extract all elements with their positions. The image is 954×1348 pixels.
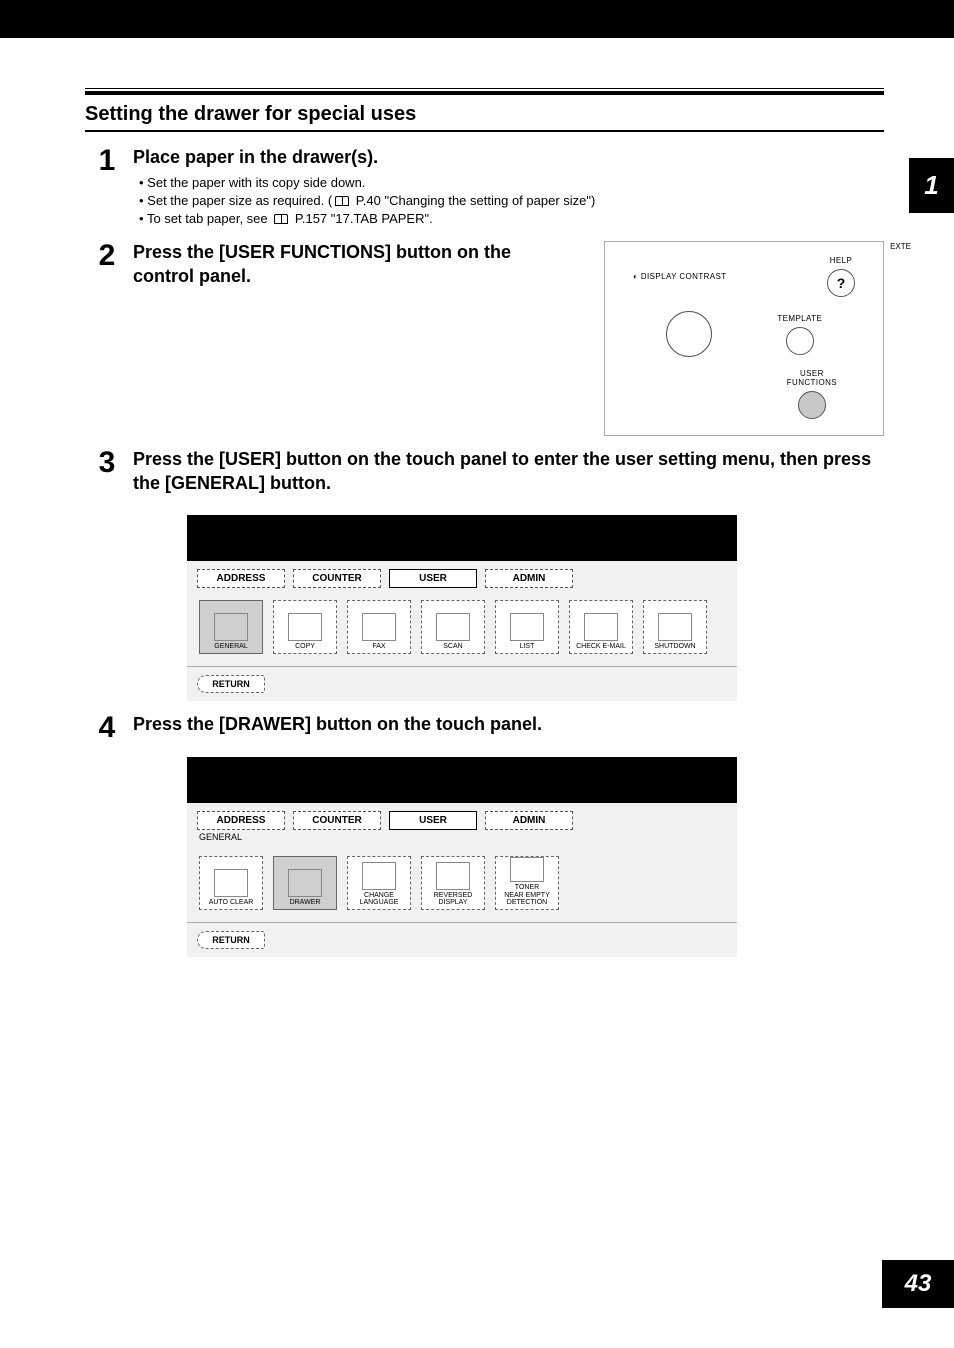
tile-shutdown[interactable]: SHUTDOWN (643, 600, 707, 654)
touch-tabs: ADDRESS COUNTER USER ADMIN (187, 803, 737, 832)
tile-list[interactable]: LIST (495, 600, 559, 654)
help-button[interactable]: ? (827, 269, 855, 297)
bullet-text: To set tab paper, see (147, 211, 271, 226)
list-icon (510, 613, 544, 641)
return-button[interactable]: RETURN (197, 675, 265, 693)
email-icon (584, 613, 618, 641)
bullet-ref: P.40 "Changing the setting of paper size… (352, 193, 595, 208)
book-icon (335, 196, 349, 206)
touch-footer: RETURN (187, 666, 737, 701)
section-title: Setting the drawer for special uses (85, 103, 884, 132)
tab-counter[interactable]: COUNTER (293, 569, 381, 588)
tab-admin[interactable]: ADMIN (485, 811, 573, 830)
bullet: Set the paper size as required. ( P.40 "… (139, 193, 884, 208)
tile-copy[interactable]: COPY (273, 600, 337, 654)
template-label: TEMPLATE (777, 314, 822, 323)
user-functions-button[interactable] (798, 391, 826, 419)
step-heading: Press the [DRAWER] button on the touch p… (133, 713, 884, 736)
return-button[interactable]: RETURN (197, 931, 265, 949)
tile-check-email[interactable]: CHECK E-MAIL (569, 600, 633, 654)
tab-address[interactable]: ADDRESS (197, 811, 285, 830)
tab-user[interactable]: USER (389, 811, 477, 830)
tile-general[interactable]: GENERAL (199, 600, 263, 654)
help-label: HELP (830, 256, 853, 265)
step-heading: Place paper in the drawer(s). (133, 146, 884, 169)
tile-fax[interactable]: FAX (347, 600, 411, 654)
tile-scan[interactable]: SCAN (421, 600, 485, 654)
tile-drawer[interactable]: DRAWER (273, 856, 337, 910)
bullet-ref: P.157 "17.TAB PAPER". (291, 211, 432, 226)
touch-sublabel: GENERAL (187, 832, 737, 846)
autoclear-icon (214, 869, 248, 897)
dial-icon (666, 311, 712, 357)
touch-footer: RETURN (187, 922, 737, 957)
top-banner (0, 0, 954, 38)
scan-icon (436, 613, 470, 641)
shutdown-icon (658, 613, 692, 641)
reversed-icon (436, 862, 470, 890)
touch-tabs: ADDRESS COUNTER USER ADMIN (187, 561, 737, 590)
tile-auto-clear[interactable]: AUTO CLEAR (199, 856, 263, 910)
control-panel-figure: EXTE ◐ DISPLAY CONTRAST HELP ? TEMPLATE (604, 241, 884, 436)
chapter-tab: 1 (909, 158, 954, 213)
touch-panel-step4: ADDRESS COUNTER USER ADMIN GENERAL AUTO … (187, 757, 737, 957)
user-functions-label: USER FUNCTIONS (787, 369, 837, 387)
copy-icon (288, 613, 322, 641)
tile-toner-detect[interactable]: TONER NEAR EMPTY DETECTION (495, 856, 559, 910)
bullet: To set tab paper, see P.157 "17.TAB PAPE… (139, 211, 884, 226)
tab-counter[interactable]: COUNTER (293, 811, 381, 830)
language-icon (362, 862, 396, 890)
step-2: 2 Press the [USER FUNCTIONS] button on t… (85, 241, 884, 436)
bullet: Set the paper with its copy side down. (139, 175, 884, 190)
step-number: 1 (95, 146, 119, 176)
step-number: 4 (95, 713, 119, 743)
bullet-text: Set the paper size as required. ( (147, 193, 332, 208)
exte-label: EXTE (890, 242, 911, 251)
step-number: 3 (95, 448, 119, 478)
tab-user[interactable]: USER (389, 569, 477, 588)
page-body: 1 Setting the drawer for special uses 1 … (0, 38, 954, 1308)
touch-tiles: GENERAL COPY FAX SCAN LIST CHECK E-MAIL … (187, 590, 737, 666)
step-3: 3 Press the [USER] button on the touch p… (85, 448, 884, 501)
tile-reversed-display[interactable]: REVERSED DISPLAY (421, 856, 485, 910)
step-number: 2 (95, 241, 119, 271)
fax-icon (362, 613, 396, 641)
tile-change-language[interactable]: CHANGE LANGUAGE (347, 856, 411, 910)
touch-tiles: AUTO CLEAR DRAWER CHANGE LANGUAGE REVERS… (187, 846, 737, 922)
step-4: 4 Press the [DRAWER] button on the touch… (85, 713, 884, 743)
step-1: 1 Place paper in the drawer(s). Set the … (85, 146, 884, 229)
page-number: 43 (882, 1260, 954, 1308)
toner-icon (510, 857, 544, 882)
rule-thin (85, 88, 884, 89)
book-icon (274, 214, 288, 224)
tab-address[interactable]: ADDRESS (197, 569, 285, 588)
tab-admin[interactable]: ADMIN (485, 569, 573, 588)
drawer-icon (288, 869, 322, 897)
step-1-bullets: Set the paper with its copy side down. S… (133, 175, 884, 226)
template-button[interactable] (786, 327, 814, 355)
step-heading: Press the [USER FUNCTIONS] button on the… (133, 241, 574, 288)
step-heading: Press the [USER] button on the touch pan… (133, 448, 884, 495)
general-icon (214, 613, 248, 641)
touch-header (187, 757, 737, 803)
rule-thick (85, 91, 884, 95)
touch-header (187, 515, 737, 561)
touch-panel-step3: ADDRESS COUNTER USER ADMIN GENERAL COPY … (187, 515, 737, 701)
display-contrast-label: ◐ DISPLAY CONTRAST (633, 272, 727, 281)
